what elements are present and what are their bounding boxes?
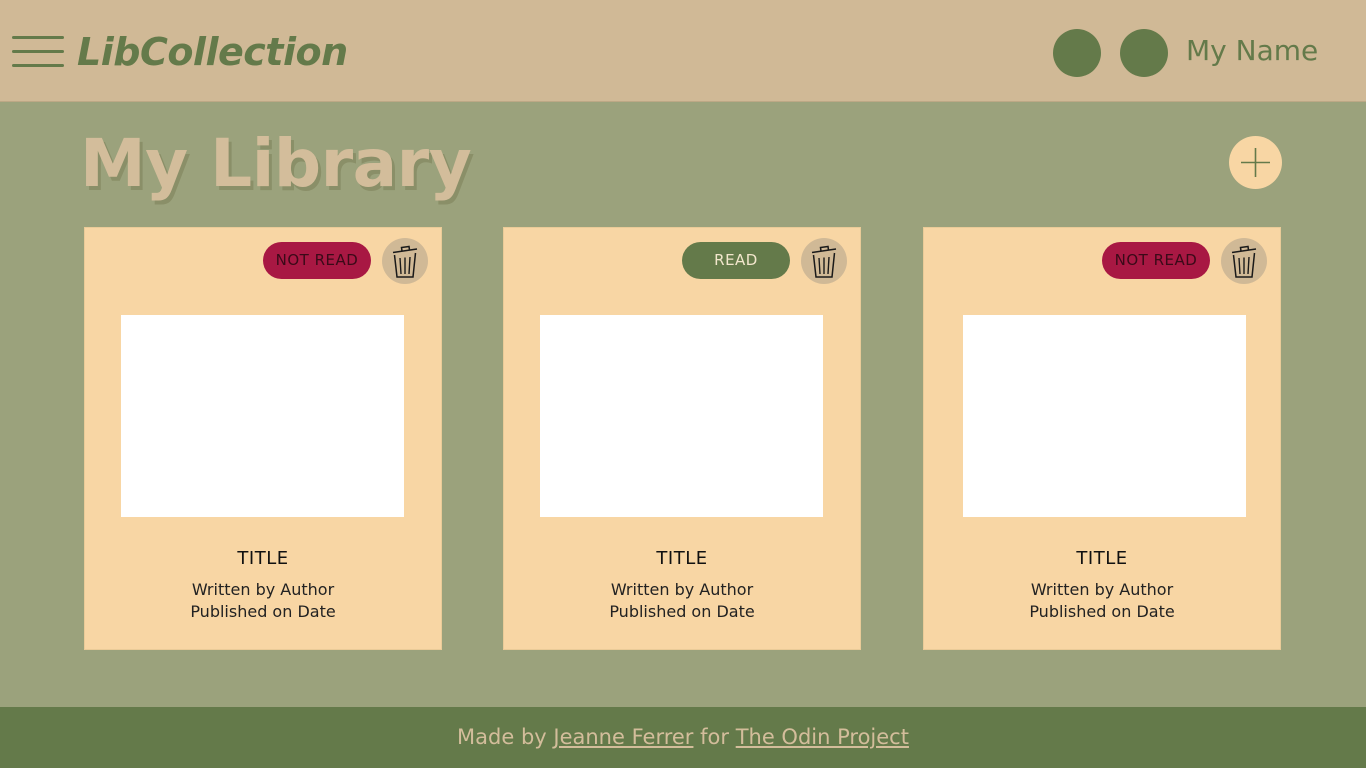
hamburger-menu-icon[interactable] xyxy=(12,36,64,68)
footer: Made by Jeanne Ferrer for The Odin Proje… xyxy=(0,707,1366,768)
delete-book-button[interactable] xyxy=(801,238,847,284)
book-title: TITLE xyxy=(237,548,289,569)
delete-book-button[interactable] xyxy=(382,238,428,284)
delete-book-button[interactable] xyxy=(1221,238,1267,284)
plus-icon xyxy=(1241,148,1270,177)
book-cover-image xyxy=(121,315,404,517)
trash-icon xyxy=(1231,245,1257,278)
book-cover-image xyxy=(540,315,823,517)
book-title: TITLE xyxy=(1076,548,1128,569)
read-status-toggle[interactable]: NOT READ xyxy=(263,242,371,279)
footer-middle: for xyxy=(700,725,729,749)
add-book-button[interactable] xyxy=(1229,136,1282,189)
book-publish-date: Published on Date xyxy=(609,602,755,621)
header-action-button-1[interactable] xyxy=(1053,29,1101,77)
author-link[interactable]: Jeanne Ferrer xyxy=(553,725,693,749)
menu-line xyxy=(12,36,64,39)
user-name[interactable]: My Name xyxy=(1186,32,1318,70)
app-title[interactable]: LibCollection xyxy=(77,26,348,78)
trash-icon xyxy=(392,245,418,278)
page-title: My Library xyxy=(80,125,472,202)
book-author: Written by Author xyxy=(191,580,335,599)
read-status-toggle[interactable]: READ xyxy=(682,242,790,279)
book-publish-date: Published on Date xyxy=(1029,602,1175,621)
book-cover-image xyxy=(963,315,1246,517)
odin-project-link[interactable]: The Odin Project xyxy=(736,725,909,749)
footer-prefix: Made by xyxy=(457,725,547,749)
read-status-toggle[interactable]: NOT READ xyxy=(1102,242,1210,279)
book-card: NOT READ TITLE Written by Author Publish… xyxy=(923,227,1281,650)
book-title: TITLE xyxy=(656,548,708,569)
top-bar: LibCollection My Name xyxy=(0,0,1366,102)
menu-line xyxy=(12,50,64,53)
book-author: Written by Author xyxy=(610,580,754,599)
book-card: READ TITLE Written by Author Published o… xyxy=(503,227,861,650)
menu-line xyxy=(12,64,64,67)
book-publish-date: Published on Date xyxy=(190,602,336,621)
book-card: NOT READ TITLE Written by Author Publish… xyxy=(84,227,442,650)
book-author: Written by Author xyxy=(1030,580,1174,599)
user-avatar[interactable] xyxy=(1120,29,1168,77)
trash-icon xyxy=(811,245,837,278)
